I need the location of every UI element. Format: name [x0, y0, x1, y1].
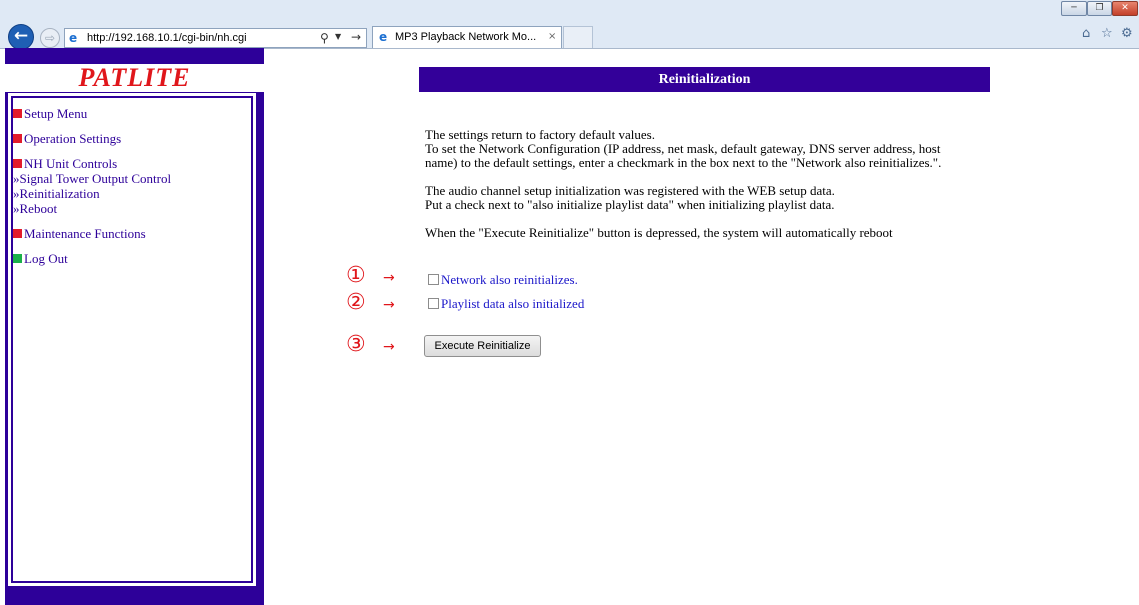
back-icon[interactable]: ← — [8, 24, 34, 50]
browser-tab[interactable]: e MP3 Playback Network Mo... × — [372, 26, 562, 48]
menu-marker — [13, 134, 22, 143]
ie-icon: e — [379, 30, 388, 44]
sidebar-item-label: Setup Menu — [24, 106, 88, 121]
menu-marker — [13, 229, 22, 238]
playlist-init-checkbox[interactable] — [428, 298, 439, 309]
network-reinit-label[interactable]: Network also reinitializes. — [441, 272, 578, 288]
desc-line: To set the Network Configuration (IP add… — [425, 141, 941, 156]
page-title: Reinitialization — [419, 67, 990, 92]
sidebar: PATLITE Setup Menu Operation Settings NH… — [5, 48, 264, 605]
sidebar-item-reinitialization[interactable]: »Reinitialization — [13, 186, 249, 201]
close-icon[interactable]: ✕ — [1112, 1, 1138, 16]
minimize-icon[interactable]: ─ — [1061, 1, 1087, 16]
desc-line: Put a check next to "also initialize pla… — [425, 197, 835, 212]
search-icon[interactable]: ⚲ — [320, 31, 329, 45]
network-reinit-checkbox[interactable] — [428, 274, 439, 285]
maximize-icon[interactable]: ❐ — [1087, 1, 1112, 16]
sidebar-item-label: Operation Settings — [24, 131, 122, 146]
description: The settings return to factory default v… — [425, 128, 985, 240]
tools-gear-icon[interactable]: ⚙ — [1121, 26, 1133, 41]
menu-marker — [13, 109, 22, 118]
browser-toolbar: ← ⇨ e http://192.168.10.1/cgi-bin/nh.cgi… — [0, 0, 1139, 50]
tab-close-icon[interactable]: × — [548, 31, 556, 42]
sidebar-item-label: Maintenance Functions — [24, 226, 146, 241]
side-menu: Setup Menu Operation Settings NH Unit Co… — [13, 106, 249, 266]
ie-icon: e — [69, 31, 78, 45]
sidebar-item-maintenance-functions[interactable]: Maintenance Functions — [13, 226, 249, 241]
playlist-init-label[interactable]: Playlist data also initialized — [441, 296, 584, 312]
desc-line: When the "Execute Reinitialize" button i… — [425, 225, 893, 240]
sidebar-item-signal-tower-output-control[interactable]: »Signal Tower Output Control — [13, 171, 249, 186]
chevron-down-icon[interactable]: ▼ — [335, 32, 341, 41]
sidebar-item-nh-unit-controls[interactable]: NH Unit Controls — [13, 156, 249, 171]
sidebar-item-label: NH Unit Controls — [24, 156, 118, 171]
sidebar-item-label: Log Out — [24, 251, 68, 266]
new-tab-button[interactable] — [563, 26, 593, 48]
annotation-arrow-icon: → — [383, 297, 395, 313]
address-url[interactable]: http://192.168.10.1/cgi-bin/nh.cgi — [87, 32, 247, 44]
annotation-number-2: ② — [346, 290, 366, 315]
menu-marker — [13, 254, 22, 263]
sidebar-item-log-out[interactable]: Log Out — [13, 251, 249, 266]
annotation-number-1: ① — [346, 263, 366, 288]
annotation-number-3: ③ — [346, 332, 366, 357]
annotation-arrow-icon: → — [383, 339, 395, 355]
desc-line: name) to the default settings, enter a c… — [425, 155, 942, 170]
sidebar-item-operation-settings[interactable]: Operation Settings — [13, 131, 249, 146]
address-bar[interactable]: e http://192.168.10.1/cgi-bin/nh.cgi ⚲ ▼… — [64, 28, 367, 48]
home-icon[interactable]: ⌂ — [1082, 26, 1090, 41]
sidebar-item-reboot[interactable]: »Reboot — [13, 201, 249, 216]
sidebar-item-setup-menu[interactable]: Setup Menu — [13, 106, 249, 121]
annotation-arrow-icon: → — [383, 270, 395, 286]
forward-icon[interactable]: ⇨ — [40, 28, 60, 48]
refresh-icon[interactable]: → — [351, 30, 361, 44]
patlite-logo: PATLITE — [78, 63, 191, 92]
desc-line: The settings return to factory default v… — [425, 127, 655, 142]
desc-line: The audio channel setup initialization w… — [425, 183, 835, 198]
execute-reinitialize-button[interactable]: Execute Reinitialize — [424, 335, 541, 357]
favorites-star-icon[interactable]: ☆ — [1101, 26, 1113, 41]
tab-title: MP3 Playback Network Mo... — [395, 31, 537, 43]
menu-marker — [13, 159, 22, 168]
